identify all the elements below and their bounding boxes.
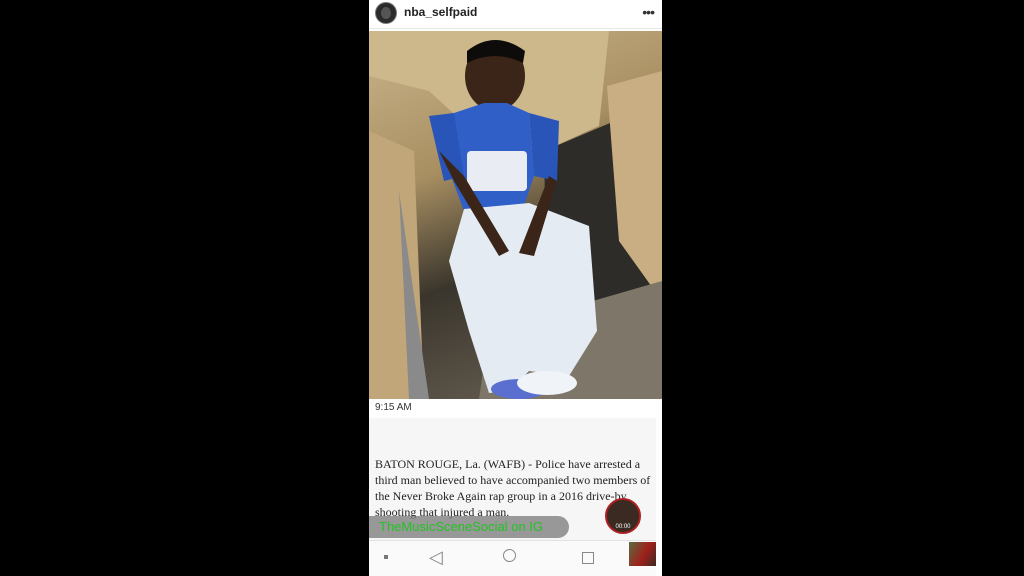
back-triangle-icon[interactable]: ◁ <box>429 547 443 568</box>
post-header: nba_selfpaid ••• <box>369 0 662 29</box>
username[interactable]: nba_selfpaid <box>404 5 477 19</box>
avatar[interactable] <box>375 2 397 24</box>
photo-illustration <box>369 31 662 399</box>
recording-indicator-icon: 00:00 <box>605 498 641 534</box>
square-dot-icon[interactable] <box>384 555 388 559</box>
home-circle-icon[interactable] <box>503 549 516 562</box>
post-photo[interactable] <box>369 31 662 399</box>
recents-square-icon[interactable] <box>582 552 594 564</box>
more-dots-icon[interactable]: ••• <box>642 4 655 20</box>
android-nav-bar: ◁ <box>369 540 656 576</box>
post-time: 9:15 AM <box>375 402 412 413</box>
recording-time: 00:00 <box>615 524 631 530</box>
video-thumbnail[interactable] <box>629 542 656 566</box>
watermark-badge: TheMusicSceneSocial on IG <box>369 516 569 538</box>
phone-screen: nba_selfpaid ••• 9:15 AM BATON ROUGE, La… <box>369 0 662 576</box>
